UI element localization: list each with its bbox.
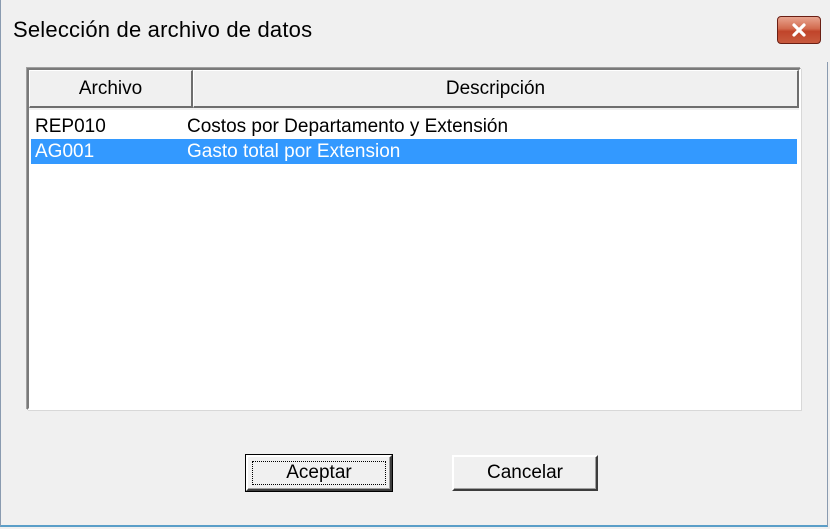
accept-button[interactable]: Aceptar [245,454,393,492]
column-header-archivo[interactable]: Archivo [29,70,193,108]
cell-descripcion: Gasto total por Extension [187,141,401,162]
close-button[interactable] [777,16,821,44]
cancel-button[interactable]: Cancelar [452,455,598,491]
cell-archivo: REP010 [35,116,106,137]
list-item-selected[interactable]: AG001 Gasto total por Extension [31,139,797,164]
column-header-descripcion[interactable]: Descripción [193,70,799,108]
list-item[interactable]: REP010 Costos por Departamento y Extensi… [31,114,797,139]
close-icon [792,23,806,37]
cell-archivo: AG001 [35,141,95,162]
cell-descripcion: Costos por Departamento y Extensión [187,116,509,137]
accept-button-label: Aceptar [286,462,352,483]
file-list[interactable]: Archivo Descripción REP010 Costos por De… [27,68,801,410]
window-title: Selección de archivo de datos [13,17,313,42]
dialog-window: Selección de archivo de datos Archivo De… [0,0,829,527]
title-bar[interactable]: Selección de archivo de datos [1,0,829,62]
cancel-button-label: Cancelar [486,462,564,483]
list-header: Archivo Descripción [29,70,799,110]
